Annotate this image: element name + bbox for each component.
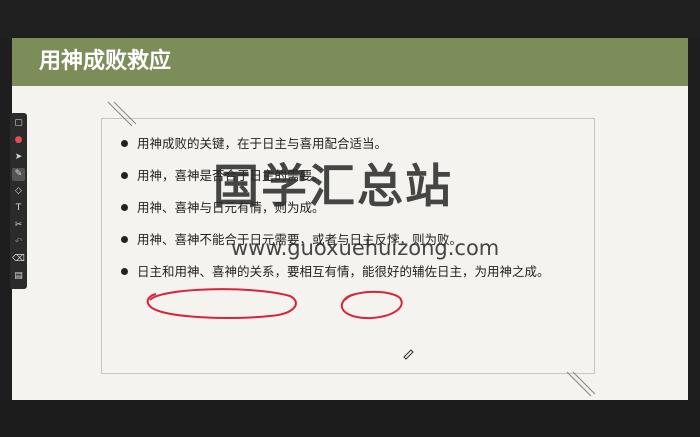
cursor-icon[interactable]: ➤ — [12, 151, 25, 164]
slide-title: 用神成败救应 — [39, 49, 172, 74]
pen-icon[interactable]: ✎ — [12, 168, 25, 181]
bullet-dot — [121, 236, 128, 243]
slide-title-bar: 用神成败救应 — [12, 38, 688, 86]
frame-decoration-bottom-right — [566, 371, 595, 397]
scissors-icon[interactable]: ✂ — [12, 219, 25, 232]
bullet-dot — [121, 172, 128, 179]
bullet-dot — [121, 140, 128, 147]
frame-decoration-top-left — [107, 101, 136, 127]
bullet-item: 日主和用神、喜神的关系，要相互有情，能很好的辅佐日主，为用神之成。 — [121, 262, 551, 281]
bullet-text: 用神成败的关键，在于日主与喜用配合适当。 — [137, 136, 388, 151]
watermark-chinese: 国学汇总站 — [213, 159, 453, 213]
watermark-url: www.guoxuehuizong.com — [231, 236, 500, 260]
annotation-toolbar: ▢ ● ➤ ✎ ◇ T ✂ ↶ ⌫ ▤ — [10, 113, 27, 289]
laser-pointer-icon[interactable]: ● — [12, 134, 25, 147]
file-icon[interactable]: ▢ — [12, 117, 25, 130]
shapes-icon[interactable]: ◇ — [12, 185, 25, 198]
save-icon[interactable]: ▤ — [12, 270, 25, 283]
window-bottom-bar — [0, 400, 700, 437]
bullet-dot — [121, 204, 128, 211]
text-icon[interactable]: T — [12, 202, 25, 215]
window-top-bar — [0, 0, 700, 38]
undo-icon[interactable]: ↶ — [12, 236, 25, 249]
eraser-icon[interactable]: ⌫ — [12, 253, 25, 266]
bullet-text: 日主和用神、喜神的关系，要相互有情，能很好的辅佐日主，为用神之成。 — [137, 264, 550, 279]
bullet-dot — [121, 268, 128, 275]
